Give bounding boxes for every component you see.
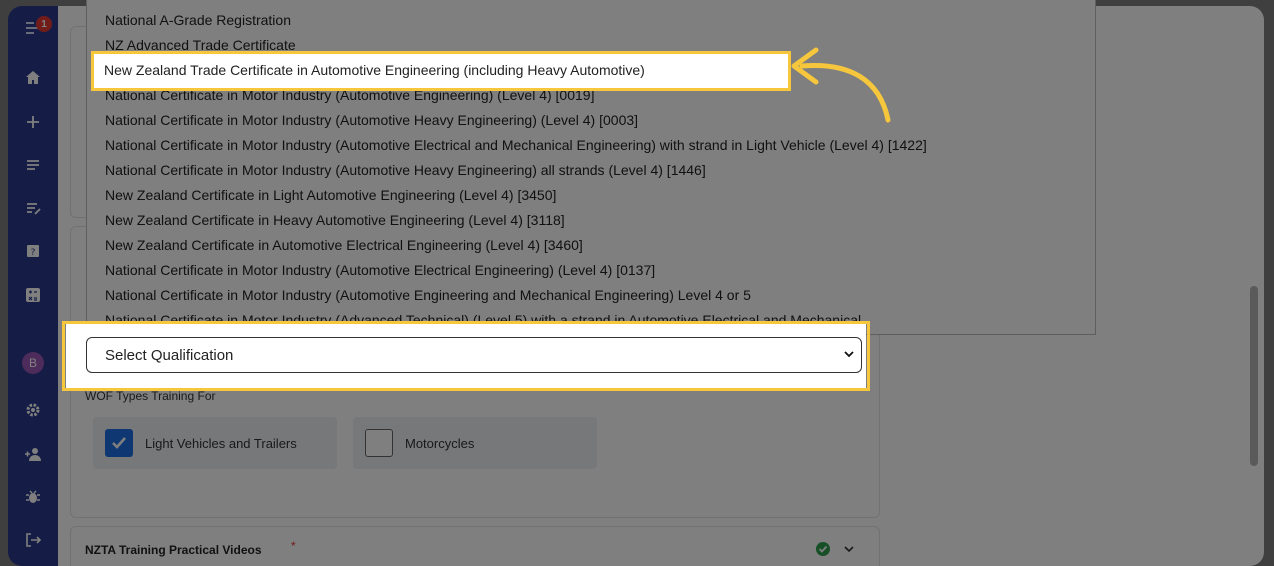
- chevron-down-icon: [844, 351, 854, 358]
- motorcycles-label: Motorcycles: [405, 435, 475, 451]
- motorcycles-option[interactable]: Motorcycles: [353, 417, 597, 469]
- motorcycles-checkbox[interactable]: [365, 429, 393, 457]
- checkmark-icon: [112, 437, 126, 449]
- option-item[interactable]: NZ Advanced Trade Certificate: [105, 33, 296, 58]
- sidebar: 1 ? B: [8, 6, 58, 566]
- option-item[interactable]: National Certificate in Motor Industry (…: [105, 308, 861, 333]
- sidebar-collapse-icon[interactable]: 1: [8, 16, 58, 40]
- option-item[interactable]: National Certificate in Motor Industry (…: [105, 258, 655, 283]
- option-item[interactable]: National Certificate in Motor Industry (…: [105, 133, 927, 158]
- svg-text:?: ?: [31, 248, 36, 258]
- select-value: Select Qualification: [105, 346, 234, 364]
- pointer-arrow-icon: [791, 47, 891, 123]
- option-item[interactable]: National A-Grade Registration: [105, 8, 291, 33]
- avatar-initial: B: [22, 352, 44, 374]
- light-vehicles-option[interactable]: Light Vehicles and Trailers: [93, 417, 337, 469]
- page-scrollbar[interactable]: [1250, 286, 1258, 466]
- gear-icon[interactable]: [8, 398, 58, 422]
- list-icon[interactable]: [8, 153, 58, 177]
- notification-badge: 1: [36, 16, 52, 32]
- required-mark: *: [291, 539, 296, 553]
- chevron-down-icon[interactable]: [843, 543, 855, 555]
- option-item[interactable]: National Certificate in Motor Industry (…: [105, 83, 594, 108]
- option-item[interactable]: New Zealand Certificate in Light Automot…: [105, 183, 556, 208]
- light-vehicles-checkbox[interactable]: [105, 429, 133, 457]
- add-icon[interactable]: [8, 110, 58, 134]
- avatar[interactable]: B: [8, 351, 58, 375]
- wof-label: WOF Types Training For: [85, 389, 216, 403]
- option-item[interactable]: National Certificate in Motor Industry (…: [105, 108, 638, 133]
- calculator-icon[interactable]: [8, 283, 58, 307]
- nzta-section[interactable]: NZTA Training Practical Videos *: [70, 526, 880, 566]
- nzta-title: NZTA Training Practical Videos: [85, 543, 262, 557]
- option-item[interactable]: New Zealand Certificate in Heavy Automot…: [105, 208, 565, 233]
- option-item-highlighted[interactable]: New Zealand Trade Certificate in Automot…: [105, 58, 646, 83]
- add-user-icon[interactable]: [8, 442, 58, 466]
- edit-list-icon[interactable]: [8, 196, 58, 220]
- screen: 1 ? B WOF Types Training For Light Vehic…: [0, 0, 1274, 566]
- logout-icon[interactable]: [8, 528, 58, 552]
- option-item[interactable]: National Certificate in Motor Industry (…: [105, 158, 706, 183]
- home-icon[interactable]: [8, 66, 58, 90]
- option-item[interactable]: New Zealand Certificate in Automotive El…: [105, 233, 583, 258]
- bug-icon[interactable]: [8, 485, 58, 509]
- qualification-select[interactable]: Select Qualification: [86, 337, 862, 373]
- option-item[interactable]: National Certificate in Motor Industry (…: [105, 283, 751, 308]
- success-check-icon: [816, 542, 830, 556]
- qualification-options-list[interactable]: National A-Grade Registration NZ Advance…: [86, 0, 1096, 335]
- light-vehicles-label: Light Vehicles and Trailers: [145, 435, 297, 451]
- help-icon[interactable]: ?: [8, 240, 58, 264]
